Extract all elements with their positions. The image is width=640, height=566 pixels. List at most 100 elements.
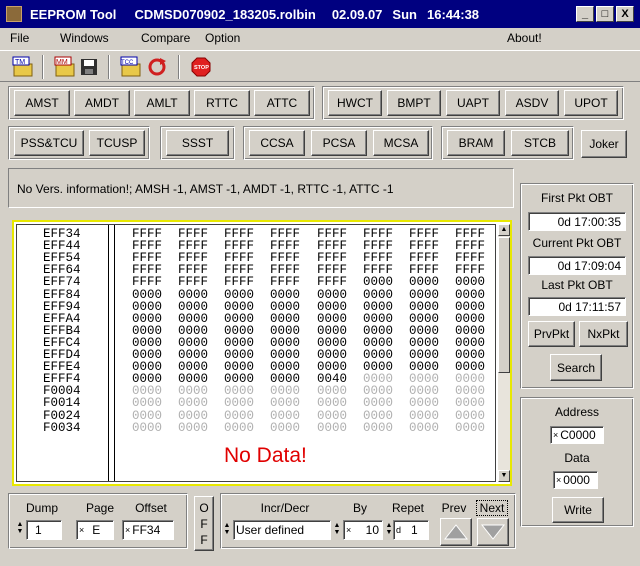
address-field[interactable]: × C0000 <box>550 426 604 444</box>
dump-spinner-icon[interactable]: ▲ ▼ <box>16 521 24 535</box>
close-button[interactable]: X <box>616 6 634 22</box>
data-field[interactable]: × 0000 <box>553 471 598 489</box>
dump-cell[interactable]: 0000 <box>455 409 485 422</box>
dump-cell[interactable]: 0000 <box>270 397 300 410</box>
current-pkt-field[interactable]: 0d 17:09:04 <box>528 256 626 275</box>
dump-cell[interactable]: 0000 <box>363 300 393 313</box>
uapt-button[interactable]: UAPT <box>446 90 500 116</box>
dump-cell[interactable]: 0000 <box>455 397 485 410</box>
dump-cell[interactable]: 0000 <box>363 397 393 410</box>
dump-cell[interactable]: 0000 <box>178 325 208 338</box>
dump-cell[interactable]: 0000 <box>178 312 208 325</box>
ssst-button[interactable]: SSST <box>166 130 229 156</box>
offset-field[interactable]: × FF34 <box>122 520 174 540</box>
dump-cell[interactable]: 0000 <box>455 312 485 325</box>
repet-field[interactable]: d1 <box>393 520 429 540</box>
joker-button[interactable]: Joker <box>581 130 627 158</box>
dump-cell[interactable]: 0000 <box>363 409 393 422</box>
dump-cell[interactable]: 0000 <box>178 288 208 301</box>
dump-cell[interactable]: 0000 <box>178 421 208 434</box>
dump-scrollbar[interactable]: ▲ ▼ <box>498 224 510 482</box>
dump-cell[interactable]: 0000 <box>132 325 162 338</box>
dump-cell[interactable]: 0000 <box>224 312 254 325</box>
hwct-button[interactable]: HWCT <box>328 90 382 116</box>
scroll-up-arrow-icon[interactable]: ▲ <box>498 224 510 236</box>
menu-windows[interactable]: Windows <box>60 31 109 45</box>
dump-cell[interactable]: 0000 <box>132 397 162 410</box>
tcc-open-icon[interactable]: TCC <box>120 56 142 78</box>
stcb-button[interactable]: STCB <box>511 130 569 156</box>
repet-spinner-icon[interactable]: ▲ ▼ <box>385 522 393 536</box>
dump-cell[interactable]: 0000 <box>224 325 254 338</box>
menu-about[interactable]: About! <box>507 31 542 45</box>
menu-compare[interactable]: Compare <box>141 31 190 45</box>
first-pkt-field[interactable]: 0d 17:00:35 <box>528 212 626 231</box>
dump-cell[interactable]: 0000 <box>178 300 208 313</box>
dump-cell[interactable]: 0000 <box>455 325 485 338</box>
dump-cell[interactable]: FFFF <box>317 276 347 289</box>
dump-cell[interactable]: 0000 <box>317 325 347 338</box>
dump-cell[interactable]: 0000 <box>270 288 300 301</box>
last-pkt-field[interactable]: 0d 17:11:57 <box>528 297 626 316</box>
menu-option[interactable]: Option <box>205 31 240 45</box>
dump-cell[interactable]: 0000 <box>409 397 439 410</box>
stop-icon[interactable]: STOP <box>190 56 212 78</box>
scroll-thumb[interactable] <box>498 237 510 373</box>
dump-cell[interactable]: 0000 <box>270 409 300 422</box>
dump-cell[interactable]: 0000 <box>132 409 162 422</box>
dump-cell[interactable]: 0000 <box>455 288 485 301</box>
next-packet-button[interactable]: NxPkt <box>579 321 628 347</box>
dump-cell[interactable]: FFFF <box>178 276 208 289</box>
dump-cell[interactable]: 0000 <box>363 325 393 338</box>
amst-button[interactable]: AMST <box>14 90 70 116</box>
dump-cell[interactable]: 0000 <box>270 300 300 313</box>
refresh-icon[interactable] <box>146 56 168 78</box>
incr-decr-field[interactable]: User defined <box>233 520 331 540</box>
amdt-button[interactable]: AMDT <box>74 90 130 116</box>
scroll-down-arrow-icon[interactable]: ▼ <box>498 470 510 482</box>
attc-button[interactable]: ATTC <box>254 90 310 116</box>
maximize-button[interactable]: □ <box>596 6 614 22</box>
page-field[interactable]: × E <box>76 520 114 540</box>
prev-packet-button[interactable]: PrvPkt <box>528 321 575 347</box>
dump-cell[interactable]: 0000 <box>317 312 347 325</box>
amlt-button[interactable]: AMLT <box>134 90 190 116</box>
prev-step-button[interactable] <box>440 518 472 546</box>
dump-cell[interactable]: 0000 <box>132 300 162 313</box>
dump-cell[interactable]: 0000 <box>409 288 439 301</box>
dump-cell[interactable]: 0000 <box>455 300 485 313</box>
dump-cell[interactable]: 0000 <box>270 312 300 325</box>
save-icon[interactable] <box>78 56 100 78</box>
tm-open-icon[interactable]: TM <box>12 56 34 78</box>
bram-button[interactable]: BRAM <box>447 130 505 156</box>
dump-cell[interactable]: 0000 <box>224 409 254 422</box>
dump-cell[interactable]: 0000 <box>363 421 393 434</box>
tcusp-button[interactable]: TCUSP <box>89 130 145 156</box>
dump-cell[interactable]: 0000 <box>317 409 347 422</box>
dump-cell[interactable]: 0000 <box>224 288 254 301</box>
dump-cell[interactable]: 0000 <box>270 325 300 338</box>
dump-cell[interactable]: FFFF <box>224 276 254 289</box>
pss-tcu-button[interactable]: PSS&TCU <box>14 130 84 156</box>
dump-cell[interactable]: 0000 <box>132 288 162 301</box>
search-button[interactable]: Search <box>550 354 602 381</box>
dump-cell[interactable]: 0000 <box>363 276 393 289</box>
dump-cell[interactable]: 0000 <box>224 300 254 313</box>
dump-cell[interactable]: 0000 <box>132 421 162 434</box>
dump-field[interactable]: 1 <box>26 520 62 540</box>
eeprom-dump-view[interactable]: EFF34 FFFF FFFF FFFF FFFF FFFF FFFF FFFF FFFF EFF… <box>12 220 512 486</box>
by-field[interactable]: × 10 <box>343 520 383 540</box>
dump-cell[interactable]: 0000 <box>409 421 439 434</box>
dump-cell[interactable]: 0000 <box>317 421 347 434</box>
dump-cell[interactable]: FFFF <box>270 276 300 289</box>
dump-cell[interactable]: 0000 <box>409 325 439 338</box>
dump-cell[interactable]: 0000 <box>363 288 393 301</box>
mm-open-icon[interactable]: MM <box>54 56 76 78</box>
off-toggle-button[interactable]: OFF <box>194 496 214 551</box>
menu-file[interactable]: File <box>10 31 29 45</box>
dump-cell[interactable]: 0000 <box>224 397 254 410</box>
ccsa-button[interactable]: CCSA <box>249 130 305 156</box>
dump-cell[interactable]: 0000 <box>224 421 254 434</box>
dump-cell[interactable]: 0000 <box>455 421 485 434</box>
minimize-button[interactable]: _ <box>576 6 594 22</box>
